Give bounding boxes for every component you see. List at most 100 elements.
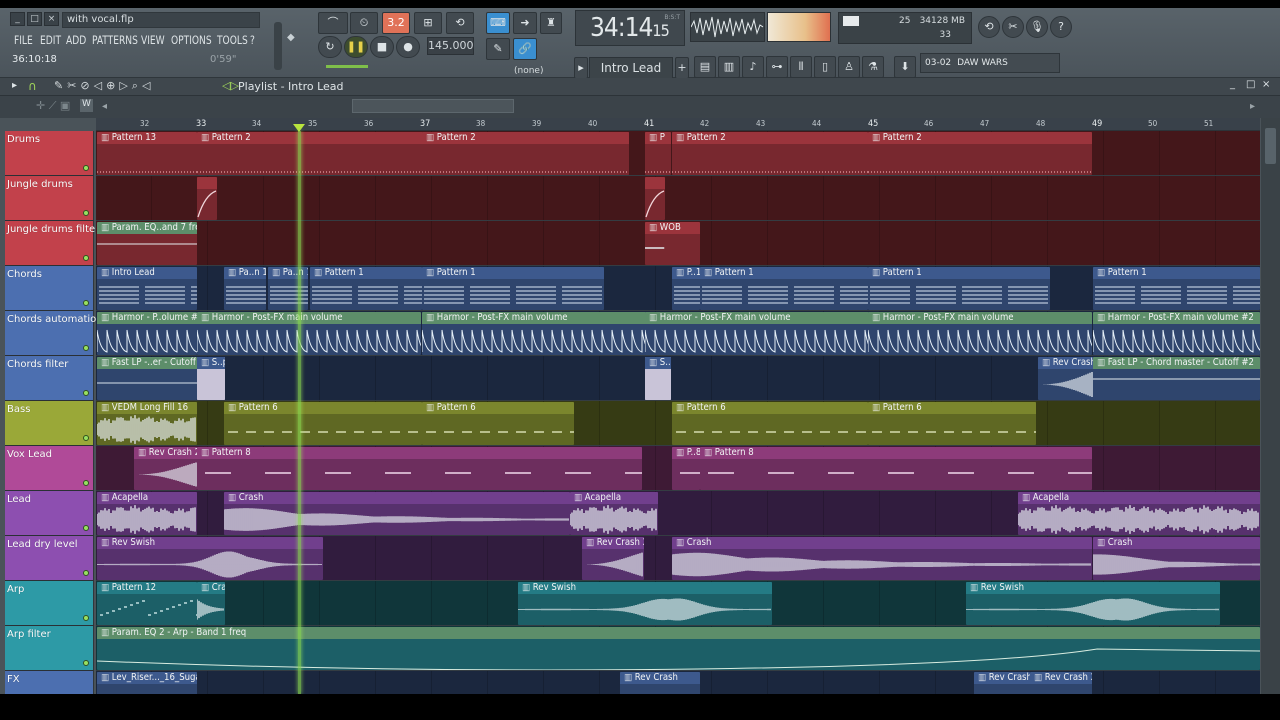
snap-icons[interactable]: ✛ ⟋ ▣ [36, 99, 70, 113]
playlist-clip[interactable]: ▥ Pattern 6 [422, 402, 574, 445]
play-pattern-icon[interactable]: ◁▷ [222, 79, 239, 92]
stop-button[interactable]: ■ [370, 36, 394, 58]
track-header[interactable]: Drums [5, 131, 94, 176]
scroll-left-icon[interactable]: ◂ [102, 101, 107, 112]
playlist-clip[interactable]: ▥ Pattern 13 [97, 132, 197, 175]
playlist-clip[interactable]: ▥ Rev Crash 2 [582, 537, 644, 580]
playlist-clip[interactable]: ▥ Pattern 1 [1093, 267, 1260, 310]
track-mute-led-icon[interactable] [83, 435, 89, 441]
playlist-clip[interactable]: ▥ Intro Lead [97, 267, 197, 310]
pause-button[interactable]: ❚❚ [344, 36, 368, 58]
track-mute-led-icon[interactable] [83, 210, 89, 216]
playlist-clip[interactable]: ▥ S..p [197, 357, 225, 400]
tuner-icon[interactable]: ⚗ [862, 56, 884, 78]
maximize-icon[interactable]: □ [27, 12, 42, 26]
playlist-clip[interactable]: ▥ Pattern 1 [310, 267, 422, 310]
playlist-clip[interactable]: ▥ Harmor - P..olume #2 [97, 312, 197, 355]
track-lane[interactable]: ▥ Param. EQ..and 7 freq ▥ WOB [96, 221, 1260, 266]
microphone-icon[interactable]: 🎙 [1026, 16, 1048, 38]
menu-help[interactable]: ? [250, 32, 255, 48]
playlist-clip[interactable]: ▥ Rev Swish [97, 537, 323, 580]
menu-view[interactable]: VIEW [141, 32, 165, 48]
menu-tools[interactable]: TOOLS [217, 32, 248, 48]
pattern-prev-icon[interactable]: ▸ [574, 57, 588, 79]
playlist-clip[interactable]: ▥ Pattern 6 [868, 402, 1036, 445]
playlist-clip[interactable]: ▥ WOB [645, 222, 700, 265]
playlist-clip[interactable]: ▥ Harmor - Post-FX main volume #2 [1093, 312, 1260, 355]
track-lane[interactable]: ▥ Lev_Riser..._16_Sugar ▥ Rev Crash ▥ Rev … [96, 671, 1260, 694]
track-header[interactable]: Bass [5, 401, 94, 446]
tempo-display[interactable]: 145.000 [427, 37, 474, 55]
playlist-clip[interactable]: ▥ Pattern 6 [672, 402, 868, 445]
horizontal-scrollbar[interactable] [352, 99, 514, 113]
track-mute-led-icon[interactable] [83, 615, 89, 621]
playlist-clip[interactable]: ▥ Rev Swish [966, 582, 1220, 625]
playlist-clip[interactable]: ▥ Acapella [1018, 492, 1260, 535]
playlist-clip[interactable]: ▥ VEDM Long Fill 16 [97, 402, 197, 445]
playlist-clip[interactable]: ▥ Harmor - Post-FX main volume [645, 312, 869, 355]
playlist-clip[interactable]: ▥ Rev Crash [620, 672, 700, 694]
playlist-clip[interactable]: ▥ P..8 [672, 447, 700, 490]
track-header[interactable]: Jungle drums filter [5, 221, 99, 266]
piano-roll-icon[interactable]: ♪ [742, 56, 764, 78]
playlist-clip[interactable]: ▥ S..p [645, 357, 671, 400]
track-lane[interactable]: ▥ Intro Lead▥ Pa..n 1▥ Pa..n 1▥ Pattern … [96, 266, 1260, 311]
track-mute-led-icon[interactable] [83, 525, 89, 531]
track-mute-led-icon[interactable] [83, 345, 89, 351]
track-header[interactable]: Chords automation [5, 311, 103, 356]
menu-arrow-icon[interactable]: ▸ [12, 80, 17, 91]
pattern-add-icon[interactable]: + [675, 57, 689, 79]
cut-icon[interactable]: ✂ [1002, 16, 1024, 38]
wait-input-icon[interactable]: ⏲ [350, 12, 378, 34]
playlist-clip[interactable]: ▥ Rev Crash [1038, 357, 1094, 400]
playlist-icon[interactable]: ▤ [694, 56, 716, 78]
playlist-clip[interactable]: ▥ Rev Crash 2 [1030, 672, 1092, 694]
playlist-minimize-icon[interactable]: _ [1230, 79, 1235, 90]
step-edit-icon[interactable]: ➜ [513, 12, 537, 34]
channel-select[interactable]: (none) [510, 63, 566, 79]
magnet-icon[interactable]: ∩ [28, 79, 37, 93]
track-lane[interactable]: ▥ Rev Swish ▥ Rev Crash 2 ▥ Crash ▥ Crash [96, 536, 1260, 581]
playlist-clip[interactable]: ▥ Harmor - Post-FX main volume [868, 312, 1092, 355]
playlist-clip[interactable]: ▥ Lev_Riser..._16_Sugar [97, 672, 197, 694]
playlist-clip[interactable]: ▥ Acapella [97, 492, 197, 535]
track-header[interactable]: Arp [5, 581, 94, 626]
blend-recording-icon[interactable]: ⊞ [414, 12, 442, 34]
track-mute-led-icon[interactable] [83, 660, 89, 666]
playlist-clip[interactable]: ▥ Pattern 1 [700, 267, 868, 310]
playlist-clip[interactable]: ▥ Pattern 8 [197, 447, 642, 490]
scroll-right-icon[interactable]: ▸ [1250, 101, 1255, 112]
menu-edit[interactable]: EDIT [40, 32, 61, 48]
mixer-icon[interactable]: ⫴ [790, 56, 812, 78]
playlist-clip[interactable]: ▥ Fast LP -..er - Cutoff [97, 357, 197, 400]
pattern-picker-icon[interactable]: W [80, 99, 93, 112]
download-icon[interactable]: ⬇ [894, 56, 916, 78]
pattern-mode-toggle[interactable]: 3.2 [382, 12, 410, 34]
playlist-clip[interactable]: ▥ Pattern 2 [422, 132, 629, 175]
track-lane[interactable]: ▥ Pattern 12▥ Crash▥ Rev Swish▥ Rev Swis… [96, 581, 1260, 626]
playlist-clip[interactable]: ▥ Pattern 2 [672, 132, 868, 175]
track-header[interactable]: Vox Lead [5, 446, 94, 491]
playlist-clip[interactable] [645, 177, 665, 220]
track-header[interactable]: Lead dry level [5, 536, 94, 581]
record-button[interactable]: ● [396, 36, 420, 58]
track-lane[interactable]: ▥ Rev Crash 2 ▥ Pattern 8 ▥ P..8 ▥ Pattern … [96, 446, 1260, 491]
playlist-clip[interactable]: ▥ Pa..n 1 [268, 267, 308, 310]
track-header[interactable]: Lead [5, 491, 94, 536]
playlist-clip[interactable]: ▥ P [645, 132, 671, 175]
playlist-clip[interactable]: ▥ Acapella [570, 492, 658, 535]
project-icon[interactable]: ▯ [814, 56, 836, 78]
track-lane[interactable]: ▥ VEDM Long Fill 16 ▥ Pattern 6 ▥ Pattern … [96, 401, 1260, 446]
playlist-clip[interactable] [197, 177, 217, 220]
link-icon[interactable]: 🔗 [513, 38, 537, 60]
playlist-clip[interactable]: ▥ Rev Swish [518, 582, 772, 625]
vertical-scrollbar[interactable] [1261, 118, 1280, 694]
playlist-clip[interactable]: ▥ Rev Crash 2 [134, 447, 197, 490]
playlist-clip[interactable]: ▥ Crash [224, 492, 570, 535]
track-header[interactable]: Chords filter [5, 356, 94, 401]
playlist-clip[interactable]: ▥ Crash [1093, 537, 1260, 580]
playlist-clip[interactable]: ▥ Rev Crash [974, 672, 1030, 694]
track-mute-led-icon[interactable] [83, 570, 89, 576]
track-mute-led-icon[interactable] [83, 480, 89, 486]
track-mute-led-icon[interactable] [83, 165, 89, 171]
